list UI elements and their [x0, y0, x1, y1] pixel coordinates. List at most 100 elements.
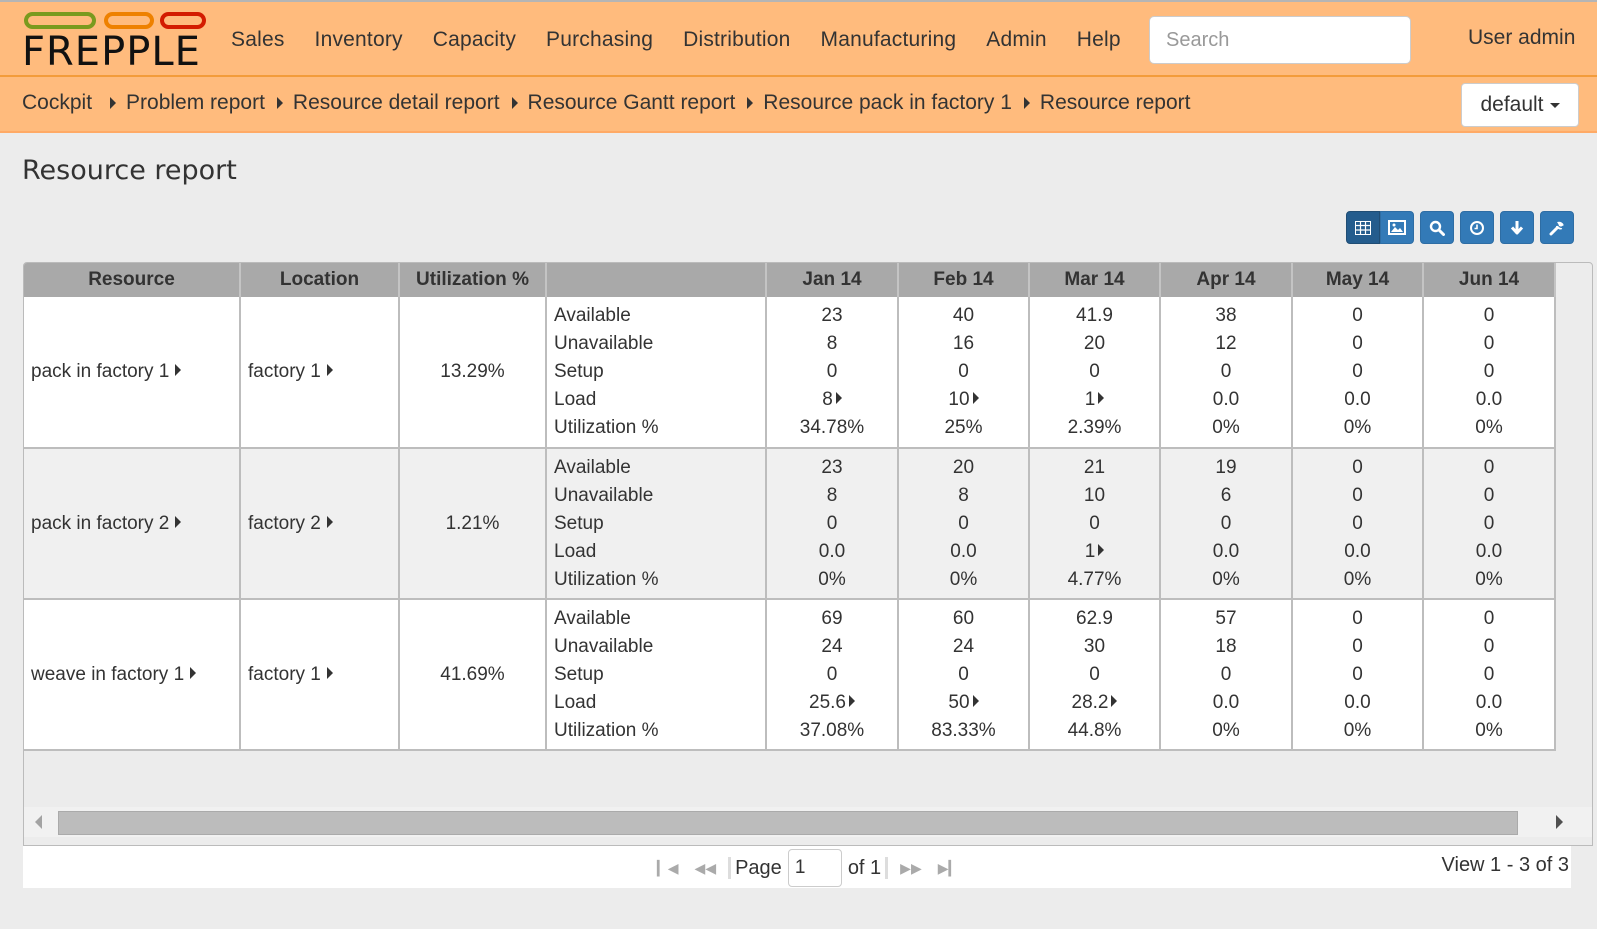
prev-page-icon[interactable]: ◀◀	[695, 860, 717, 877]
caret-right-icon[interactable]	[1098, 543, 1105, 556]
caret-right-icon[interactable]	[175, 364, 182, 376]
resource-cell[interactable]: pack in factory 2	[24, 448, 241, 600]
value-available: 19	[1161, 454, 1291, 482]
load-value: 0.0	[1344, 540, 1371, 562]
report-table: Resource Location Utilization % Jan 14 F…	[24, 263, 1556, 751]
value-load[interactable]: 50	[899, 689, 1028, 717]
resource-name[interactable]: pack in factory 1	[31, 361, 169, 382]
utilization-value: 0%	[1212, 719, 1240, 741]
period-cell: 0 0 0 0.0 0%	[1292, 448, 1424, 600]
caret-right-icon[interactable]	[835, 392, 842, 404]
scroll-right-icon[interactable]	[1556, 815, 1563, 829]
caret-right-icon[interactable]	[326, 364, 333, 376]
caret-right-icon[interactable]	[175, 515, 182, 528]
value-utilization: 0%	[1424, 717, 1554, 745]
nav-inventory[interactable]: Inventory	[315, 28, 403, 52]
caret-right-icon[interactable]	[972, 392, 979, 404]
value-load[interactable]: 25.6	[767, 689, 897, 717]
location-cell[interactable]: factory 2	[240, 448, 400, 600]
horizontal-scrollbar[interactable]	[24, 807, 1592, 837]
caret-right-icon[interactable]	[326, 515, 333, 528]
first-page-icon[interactable]: ▎◀	[657, 860, 679, 877]
location-name[interactable]: factory 2	[248, 513, 321, 534]
available-value: 40	[952, 305, 975, 326]
scenario-dropdown[interactable]: default	[1461, 83, 1579, 127]
value-available: 41.9	[1030, 302, 1159, 330]
logo-pills	[24, 12, 209, 30]
load-value[interactable]: 8	[822, 389, 833, 410]
graph-view-button[interactable]	[1380, 211, 1414, 244]
breadcrumb-problem-report[interactable]: Problem report	[126, 91, 265, 115]
value-utilization: 0%	[1293, 566, 1422, 594]
location-cell[interactable]: factory 1	[240, 599, 400, 751]
column-header-resource[interactable]: Resource	[24, 263, 241, 297]
load-value[interactable]: 10	[948, 389, 969, 410]
export-button[interactable]	[1500, 211, 1534, 244]
nav-distribution[interactable]: Distribution	[683, 28, 790, 52]
user-menu[interactable]: User admin	[1468, 26, 1575, 50]
period-cell: 40 16 0 10 25%	[898, 297, 1030, 449]
value-load[interactable]: 8	[767, 386, 897, 414]
period-cell: 0 0 0 0.0 0%	[1292, 599, 1424, 751]
nav-purchasing[interactable]: Purchasing	[546, 28, 653, 52]
available-value: 57	[1215, 607, 1237, 629]
time-buckets-button[interactable]	[1460, 211, 1494, 244]
column-header-location[interactable]: Location	[240, 263, 400, 297]
load-value[interactable]: 25.6	[809, 692, 846, 713]
value-load[interactable]: 10	[899, 386, 1028, 414]
value-load[interactable]: 28.2	[1030, 689, 1159, 717]
load-value[interactable]: 1	[1085, 541, 1096, 562]
table-view-button[interactable]	[1346, 211, 1380, 244]
breadcrumb-resource-gantt-report[interactable]: Resource Gantt report	[528, 91, 736, 115]
caret-right-icon[interactable]	[326, 666, 333, 679]
location-name[interactable]: factory 1	[248, 664, 321, 685]
caret-right-icon[interactable]	[190, 666, 197, 679]
pager-controls: ▎◀ ◀◀ Page of 1 ▶▶ ▶▎	[649, 849, 967, 887]
search-input[interactable]	[1149, 16, 1411, 64]
scrollbar-thumb[interactable]	[58, 811, 1518, 835]
configure-button[interactable]	[1540, 211, 1574, 244]
column-header-utilization[interactable]: Utilization %	[399, 263, 547, 297]
resource-cell[interactable]: weave in factory 1	[24, 599, 241, 751]
column-header-measure	[546, 263, 767, 297]
value-load: 0.0	[1161, 538, 1291, 566]
nav-help[interactable]: Help	[1077, 28, 1121, 52]
unavailable-value: 0	[1483, 333, 1495, 354]
last-page-icon[interactable]: ▶▎	[938, 860, 960, 877]
breadcrumb-resource-report[interactable]: Resource report	[1040, 91, 1191, 115]
resource-name[interactable]: pack in factory 2	[31, 513, 169, 534]
resource-cell[interactable]: pack in factory 1	[24, 297, 241, 449]
page-number-input[interactable]	[787, 849, 842, 887]
location-cell[interactable]: factory 1	[240, 297, 400, 449]
available-value: 69	[821, 607, 843, 629]
unavailable-value: 0	[1483, 635, 1495, 657]
breadcrumb-resource-detail-report[interactable]: Resource detail report	[293, 91, 500, 115]
nav-admin[interactable]: Admin	[986, 28, 1047, 52]
caret-right-icon[interactable]	[1098, 392, 1105, 404]
value-available: 0	[1293, 454, 1422, 482]
value-load[interactable]: 1	[1030, 538, 1159, 566]
value-load: 0.0	[1293, 538, 1422, 566]
nav-sales[interactable]: Sales	[231, 28, 285, 52]
resource-name[interactable]: weave in factory 1	[31, 664, 184, 685]
caret-right-icon[interactable]	[972, 694, 979, 707]
location-name[interactable]: factory 1	[248, 361, 321, 382]
load-value[interactable]: 1	[1085, 389, 1096, 410]
filter-button[interactable]	[1420, 211, 1454, 244]
scroll-left-icon[interactable]	[35, 815, 42, 829]
caret-right-icon[interactable]	[1111, 694, 1118, 707]
frepple-logo[interactable]: FREPPLE	[22, 10, 209, 74]
breadcrumb-cockpit[interactable]: Cockpit	[22, 91, 92, 115]
clock-icon	[1470, 220, 1484, 235]
caret-right-icon[interactable]	[848, 694, 855, 707]
measure-label: Unavailable	[554, 635, 654, 657]
setup-value: 0	[1483, 512, 1495, 534]
nav-capacity[interactable]: Capacity	[433, 28, 516, 52]
breadcrumb-resource-pack-in-factory-1[interactable]: Resource pack in factory 1	[763, 91, 1012, 115]
value-load[interactable]: 1	[1030, 386, 1159, 414]
next-page-icon[interactable]: ▶▶	[900, 860, 922, 877]
nav-manufacturing[interactable]: Manufacturing	[821, 28, 957, 52]
load-value[interactable]: 50	[948, 692, 969, 713]
load-value: 0.0	[1212, 389, 1240, 410]
load-value[interactable]: 28.2	[1072, 692, 1109, 713]
